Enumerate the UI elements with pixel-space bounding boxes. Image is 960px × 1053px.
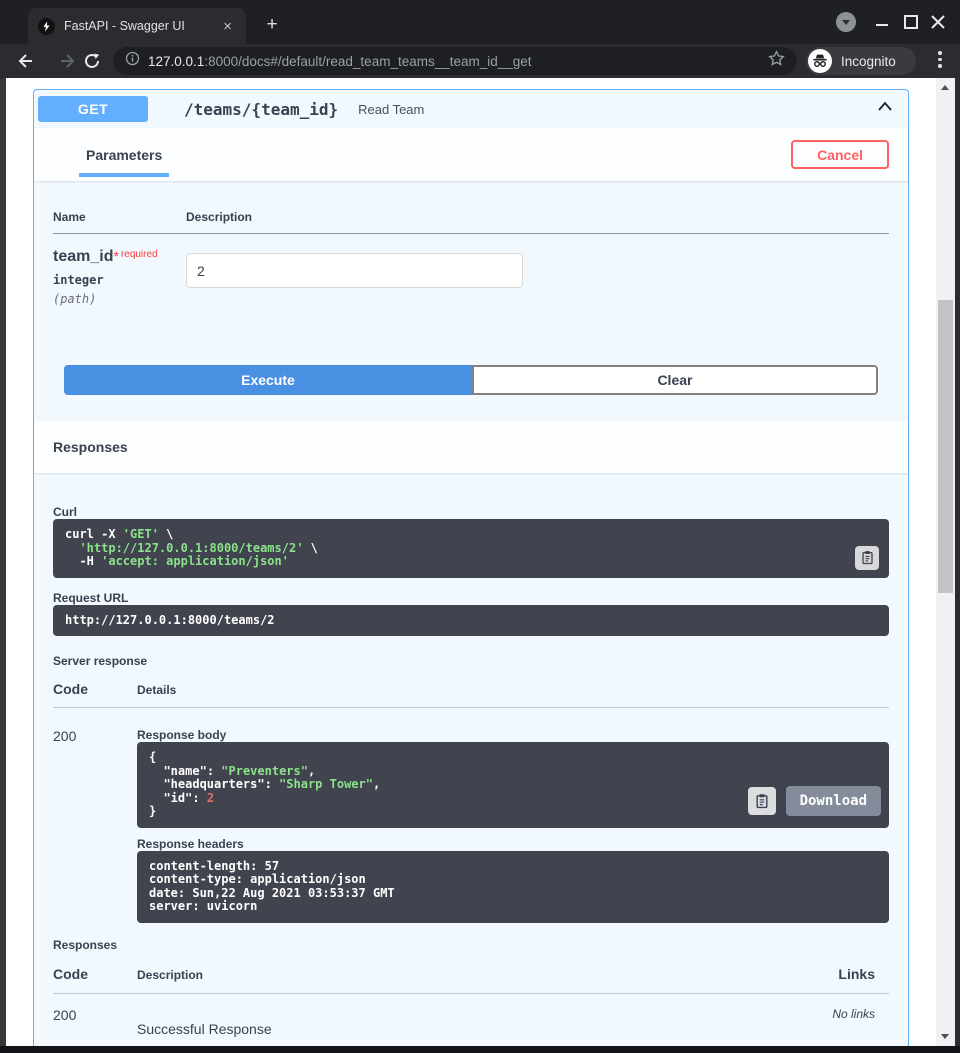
fastapi-logo-icon xyxy=(38,18,55,35)
tab-close-icon[interactable]: × xyxy=(219,17,236,36)
column-name: Name xyxy=(53,210,186,224)
tab-title: FastAPI - Swagger UI xyxy=(64,19,219,33)
copy-icon[interactable] xyxy=(748,787,776,815)
responses-table-header: Code Description Links xyxy=(53,966,889,994)
response-links: No links xyxy=(832,1007,889,1039)
maximize-icon[interactable] xyxy=(904,15,918,29)
reload-icon[interactable] xyxy=(80,49,104,73)
response-code: 200 xyxy=(53,1007,137,1039)
browser-window: FastAPI - Swagger UI × + 127.0.0.1:8000/… xyxy=(0,0,960,1053)
column-description: Description xyxy=(186,210,252,224)
parameter-row: team_id*required integer (path) xyxy=(53,234,889,306)
parameter-name-cell: team_id*required integer (path) xyxy=(53,248,186,306)
response-description: Successful Response xyxy=(137,1021,272,1037)
info-icon[interactable] xyxy=(125,51,140,71)
request-url-label: Request URL xyxy=(53,591,889,605)
status-code: 200 xyxy=(53,721,137,923)
caret-down-icon[interactable] xyxy=(836,12,856,32)
back-icon[interactable] xyxy=(13,49,37,73)
response-headers: content-length: 57 content-type: applica… xyxy=(137,851,889,923)
parameters-table-header: Name Description xyxy=(53,210,889,234)
chevron-up-icon[interactable] xyxy=(875,97,895,122)
forward-icon[interactable] xyxy=(56,49,80,73)
responses-table-row: 200 Successful Response No links xyxy=(53,994,889,1039)
opblock-summary[interactable]: GET /teams/{team_id} Read Team xyxy=(34,90,908,128)
menu-dots-icon[interactable] xyxy=(938,51,942,71)
url-host: 127.0.0.1 xyxy=(148,54,204,69)
tab-strip: FastAPI - Swagger UI × + xyxy=(0,0,960,44)
scroll-down-icon[interactable] xyxy=(941,1034,949,1039)
required-label: required xyxy=(121,249,158,260)
parameter-type: integer xyxy=(53,273,186,287)
opblock-get-teams: GET /teams/{team_id} Read Team Parameter… xyxy=(33,89,909,1046)
response-body: { "name": "Preventers", "headquarters": … xyxy=(137,742,889,828)
column-code: Code xyxy=(53,966,137,982)
response-description-cell: Successful Response xyxy=(137,1007,832,1039)
window-frame-right xyxy=(955,78,960,1053)
page-content: GET /teams/{team_id} Read Team Parameter… xyxy=(6,78,936,1046)
responses-title: Responses xyxy=(53,439,128,455)
response-details-cell: Response body { "name": "Preventers", "h… xyxy=(137,721,889,923)
execute-button[interactable]: Execute xyxy=(64,365,472,395)
method-badge: GET xyxy=(38,96,148,122)
bookmark-star-icon[interactable] xyxy=(768,50,785,72)
required-star: * xyxy=(113,248,118,264)
address-bar[interactable]: 127.0.0.1:8000/docs#/default/read_team_t… xyxy=(113,47,797,75)
server-response-label: Server response xyxy=(53,654,889,668)
parameters-body: Name Description team_id*required intege… xyxy=(34,181,908,421)
request-url: http://127.0.0.1:8000/teams/2 xyxy=(53,605,889,637)
responses-section-header: Responses xyxy=(34,421,908,473)
window-frame-left xyxy=(0,78,6,1053)
response-body-json: { "name": "Preventers", "headquarters": … xyxy=(149,750,380,818)
response-body-controls: Download xyxy=(748,786,881,816)
vertical-scrollbar[interactable] xyxy=(936,78,955,1046)
column-details: Details xyxy=(137,683,176,697)
response-body-label: Response body xyxy=(137,728,889,742)
curl-label: Curl xyxy=(53,505,889,519)
server-response-header: Code Details xyxy=(53,681,889,708)
parameter-name: team_id xyxy=(53,248,113,265)
url-path: :8000/docs#/default/read_team_teams__tea… xyxy=(204,54,531,69)
responses-body: Curl curl -X 'GET' \ 'http://127.0.0.1:8… xyxy=(34,473,908,1046)
column-description: Description xyxy=(137,968,203,982)
window-frame-bottom xyxy=(0,1046,960,1053)
operation-summary: Read Team xyxy=(358,102,875,117)
incognito-icon xyxy=(808,49,832,73)
column-code: Code xyxy=(53,681,137,697)
copy-icon[interactable] xyxy=(855,546,879,570)
minimize-icon[interactable] xyxy=(876,24,888,26)
server-response-table: Code Details 200 Response body { "name":… xyxy=(53,681,889,923)
clear-button[interactable]: Clear xyxy=(472,365,878,395)
parameter-location: (path) xyxy=(53,292,186,306)
column-links: Links xyxy=(838,966,889,982)
tab-parameters[interactable]: Parameters xyxy=(79,128,169,181)
execute-row: Execute Clear xyxy=(53,365,889,395)
new-tab-icon[interactable]: + xyxy=(260,12,284,36)
browser-tab[interactable]: FastAPI - Swagger UI × xyxy=(28,8,246,44)
incognito-badge: Incognito xyxy=(806,47,916,75)
scrollbar-thumb[interactable] xyxy=(938,300,953,593)
close-icon[interactable] xyxy=(928,12,948,32)
incognito-label: Incognito xyxy=(841,54,896,69)
parameter-value-cell xyxy=(186,248,523,306)
operation-path: /teams/{team_id} xyxy=(184,100,338,119)
parameters-header: Parameters Cancel xyxy=(34,128,908,181)
cancel-button[interactable]: Cancel xyxy=(791,140,889,169)
curl-command: curl -X 'GET' \ 'http://127.0.0.1:8000/t… xyxy=(53,519,889,578)
caret-glyph xyxy=(842,20,850,25)
responses-table: Code Description Links 200 Successful Re… xyxy=(53,966,889,1039)
scroll-up-icon[interactable] xyxy=(941,85,949,90)
responses-label: Responses xyxy=(53,938,889,952)
download-button[interactable]: Download xyxy=(786,786,881,816)
server-response-row: 200 Response body { "name": "Preventers"… xyxy=(53,708,889,923)
curl-text: curl -X 'GET' \ 'http://127.0.0.1:8000/t… xyxy=(65,527,318,568)
team-id-input[interactable] xyxy=(186,253,523,288)
url-text[interactable]: 127.0.0.1:8000/docs#/default/read_team_t… xyxy=(148,54,768,69)
response-headers-label: Response headers xyxy=(137,837,889,851)
